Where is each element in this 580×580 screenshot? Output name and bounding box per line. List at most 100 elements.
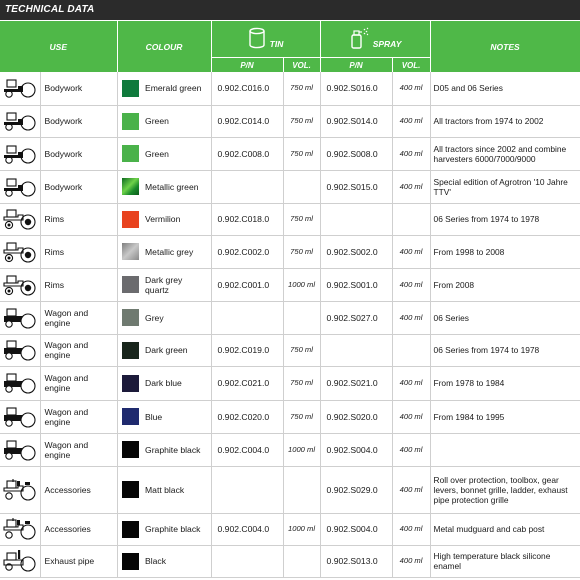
colour-swatch-cell [117,170,144,204]
table-row: Wagon and engine Dark blue 0.902.C021.0 750… [0,366,580,401]
colour-swatch-cell [117,433,144,467]
tin-volume-cell [283,466,321,514]
spray-volume-cell: 400 ml [392,513,431,546]
notes-cell: From 1978 to 1984 [430,366,580,401]
colour-swatch [121,408,139,425]
table-row: Wagon and engine Grey 0.902.S027.0 400 ml 06… [0,301,580,335]
use-cell: Bodywork [40,105,118,138]
colour-swatch-cell [117,301,144,335]
section-title: TECHNICAL DATA [0,0,580,20]
spray-volume-cell [392,334,431,367]
use-cell: Bodywork [40,72,118,106]
tin-part-number-cell: 0.902.C008.0 [211,137,284,171]
colour-swatch [121,210,139,228]
vehicle-icon-cell [0,400,41,434]
spray-vol-header: VOL. [392,57,431,72]
spray-part-number-cell: 0.902.S016.0 [320,72,393,106]
use-cell: Rims [40,235,118,269]
colour-swatch [121,481,139,498]
colour-swatch [121,112,139,130]
tin-volume-cell: 1000 ml [283,433,321,467]
colour-name-cell: Black [143,545,212,578]
spray-part-number-cell: 0.902.S029.0 [320,466,393,514]
use-cell: Bodywork [40,170,118,204]
tractor-bodywork-icon [3,77,39,99]
notes-header: NOTES [430,21,580,72]
use-cell: Bodywork [40,137,118,171]
table-row: Bodywork Metallic green 0.902.S015.0 400 ml… [0,170,580,204]
tin-part-number-cell: 0.902.C018.0 [211,203,284,236]
table-row: Wagon and engine Dark green 0.902.C019.0 75… [0,334,580,367]
use-cell: Accessories [40,466,118,514]
table-row: Wagon and engine Blue 0.902.C020.0 750 ml 0.… [0,400,580,434]
tractor-accessories-icon [3,518,39,540]
tin-part-number-cell [211,170,284,204]
tin-volume-cell [283,170,321,204]
vehicle-icon-cell [0,433,41,467]
colour-name-cell: Green [143,137,212,171]
colour-swatch [121,441,139,458]
tin-part-number-cell: 0.902.C019.0 [211,334,284,367]
notes-cell: From 1998 to 2008 [430,235,580,269]
tin-vol-header: VOL. [283,57,321,72]
use-cell: Wagon and engine [40,366,118,401]
vehicle-icon-cell [0,466,41,514]
spray-part-number-cell: 0.902.S021.0 [320,366,393,401]
notes-cell: 06 Series [430,301,580,335]
tin-volume-cell: 750 ml [283,334,321,367]
tin-volume-cell: 1000 ml [283,513,321,546]
tin-part-number-cell [211,545,284,578]
notes-cell: 06 Series from 1974 to 1978 [430,334,580,367]
spray-pn-header: P/N [320,57,393,72]
spray-volume-cell: 400 ml [392,170,431,204]
colour-swatch [121,552,139,570]
use-cell: Wagon and engine [40,433,118,467]
tin-volume-cell: 1000 ml [283,268,321,302]
colour-swatch-cell [117,466,144,514]
colour-swatch [121,243,139,260]
table-row: Accessories Matt black 0.902.S029.0 400 ml R… [0,466,580,514]
colour-name-cell: Metallic grey [143,235,212,269]
colour-swatch-cell [117,72,144,106]
colour-swatch-cell [117,268,144,302]
tractor-wagon-icon [3,307,39,329]
table-row: Rims Dark grey quartz 0.902.C001.0 1000 ml 0… [0,268,580,302]
spray-volume-cell: 400 ml [392,268,431,302]
vehicle-icon-cell [0,137,41,171]
use-cell: Accessories [40,513,118,546]
table-row: Rims Metallic grey 0.902.C002.0 750 ml 0.902… [0,235,580,269]
colour-name-cell: Emerald green [143,72,212,106]
spray-volume-cell: 400 ml [392,235,431,269]
spray-volume-cell: 400 ml [392,466,431,514]
tin-pn-header: P/N [211,57,284,72]
colour-name-cell: Matt black [143,466,212,514]
colour-name-cell: Vermilion [143,203,212,236]
tin-part-number-cell: 0.902.C016.0 [211,72,284,106]
spray-part-number-cell: 0.902.S008.0 [320,137,393,171]
tin-part-number-cell [211,301,284,335]
vehicle-icon-cell [0,366,41,401]
use-cell: Wagon and engine [40,334,118,367]
notes-cell: Special edition of Agrotron '10 Jahre TT… [430,170,580,204]
spray-can-icon [351,27,368,49]
notes-cell: From 1984 to 1995 [430,400,580,434]
colour-swatch [121,341,139,359]
tin-part-number-cell: 0.902.C020.0 [211,400,284,434]
tin-part-number-cell: 0.902.C021.0 [211,366,284,401]
notes-cell: All tractors since 2002 and combine harv… [430,137,580,171]
technical-data-table: USE COLOUR TIN SPRAY NOTES P/N VOL. P/N … [0,21,580,578]
use-cell: Rims [40,268,118,302]
tin-volume-cell: 750 ml [283,400,321,434]
tractor-wagon-icon [3,339,39,361]
vehicle-icon-cell [0,235,41,269]
vehicle-icon-cell [0,105,41,138]
colour-swatch-cell [117,235,144,269]
tractor-wagon-icon [3,372,39,394]
use-cell: Wagon and engine [40,301,118,335]
colour-name-cell: Grey [143,301,212,335]
spray-part-number-cell: 0.902.S014.0 [320,105,393,138]
tractor-accessories-icon [3,478,39,501]
colour-name-cell: Green [143,105,212,138]
use-cell: Rims [40,203,118,236]
spray-volume-cell: 400 ml [392,400,431,434]
